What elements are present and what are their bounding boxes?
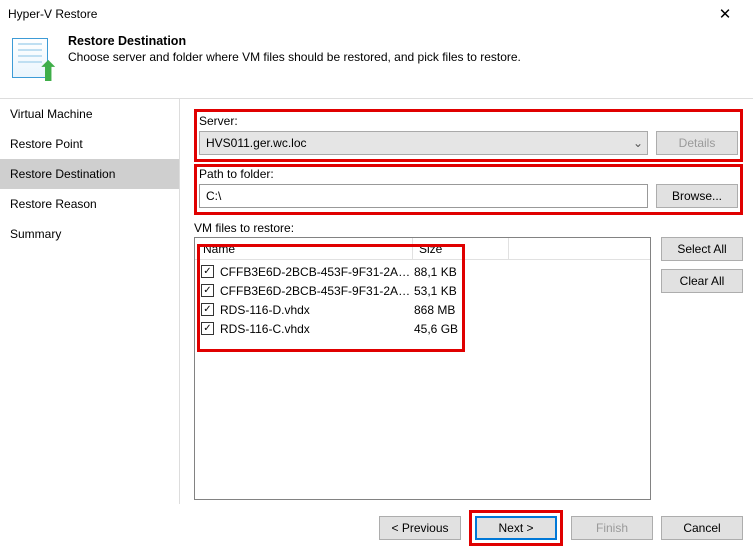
next-highlight: Next > [469,510,563,546]
checkbox-icon[interactable]: ✓ [201,303,214,316]
checkbox-icon[interactable]: ✓ [201,284,214,297]
table-row[interactable]: ✓ CFFB3E6D-2BCB-453F-9F31-2A944... 88,1 … [195,262,650,281]
wizard-sidebar: Virtual Machine Restore Point Restore De… [0,99,180,504]
table-row[interactable]: ✓ RDS-116-C.vhdx 45,6 GB [195,319,650,338]
browse-button[interactable]: Browse... [656,184,738,208]
sidebar-item-summary[interactable]: Summary [0,219,179,249]
page-title: Restore Destination [68,34,521,48]
path-input[interactable]: C:\ [199,184,648,208]
table-row[interactable]: ✓ CFFB3E6D-2BCB-453F-9F31-2A944... 53,1 … [195,281,650,300]
restore-icon: ⬆ [12,38,58,84]
title-bar: Hyper-V Restore ✕ [0,0,753,28]
header-size[interactable]: Size [413,238,509,259]
path-label: Path to folder: [199,167,738,181]
close-icon[interactable]: ✕ [705,0,745,28]
wizard-header: ⬆ Restore Destination Choose server and … [0,28,753,98]
files-label: VM files to restore: [194,221,743,235]
header-name[interactable]: Name [195,238,413,259]
sidebar-item-restore-point[interactable]: Restore Point [0,129,179,159]
files-table[interactable]: Name Size ✓ CFFB3E6D-2BCB-453F-9F31-2A94… [194,237,651,500]
server-dropdown[interactable]: HVS011.ger.wc.loc ⌄ [199,131,648,155]
next-button[interactable]: Next > [475,516,557,540]
sidebar-item-restore-destination[interactable]: Restore Destination [0,159,179,189]
path-section: Path to folder: C:\ Browse... [194,164,743,215]
clear-all-button[interactable]: Clear All [661,269,743,293]
sidebar-item-virtual-machine[interactable]: Virtual Machine [0,99,179,129]
checkbox-icon[interactable]: ✓ [201,322,214,335]
finish-button: Finish [571,516,653,540]
server-label: Server: [199,114,738,128]
server-section: Server: HVS011.ger.wc.loc ⌄ Details [194,109,743,162]
previous-button[interactable]: < Previous [379,516,461,540]
sidebar-item-restore-reason[interactable]: Restore Reason [0,189,179,219]
cancel-button[interactable]: Cancel [661,516,743,540]
details-button: Details [656,131,738,155]
chevron-down-icon: ⌄ [633,136,643,150]
table-header: Name Size [195,238,650,260]
wizard-content: Server: HVS011.ger.wc.loc ⌄ Details Path… [180,99,753,504]
page-subtitle: Choose server and folder where VM files … [68,50,521,64]
select-all-button[interactable]: Select All [661,237,743,261]
table-row[interactable]: ✓ RDS-116-D.vhdx 868 MB [195,300,650,319]
window-title: Hyper-V Restore [8,7,705,21]
wizard-footer: < Previous Next > Finish Cancel [0,504,753,552]
checkbox-icon[interactable]: ✓ [201,265,214,278]
